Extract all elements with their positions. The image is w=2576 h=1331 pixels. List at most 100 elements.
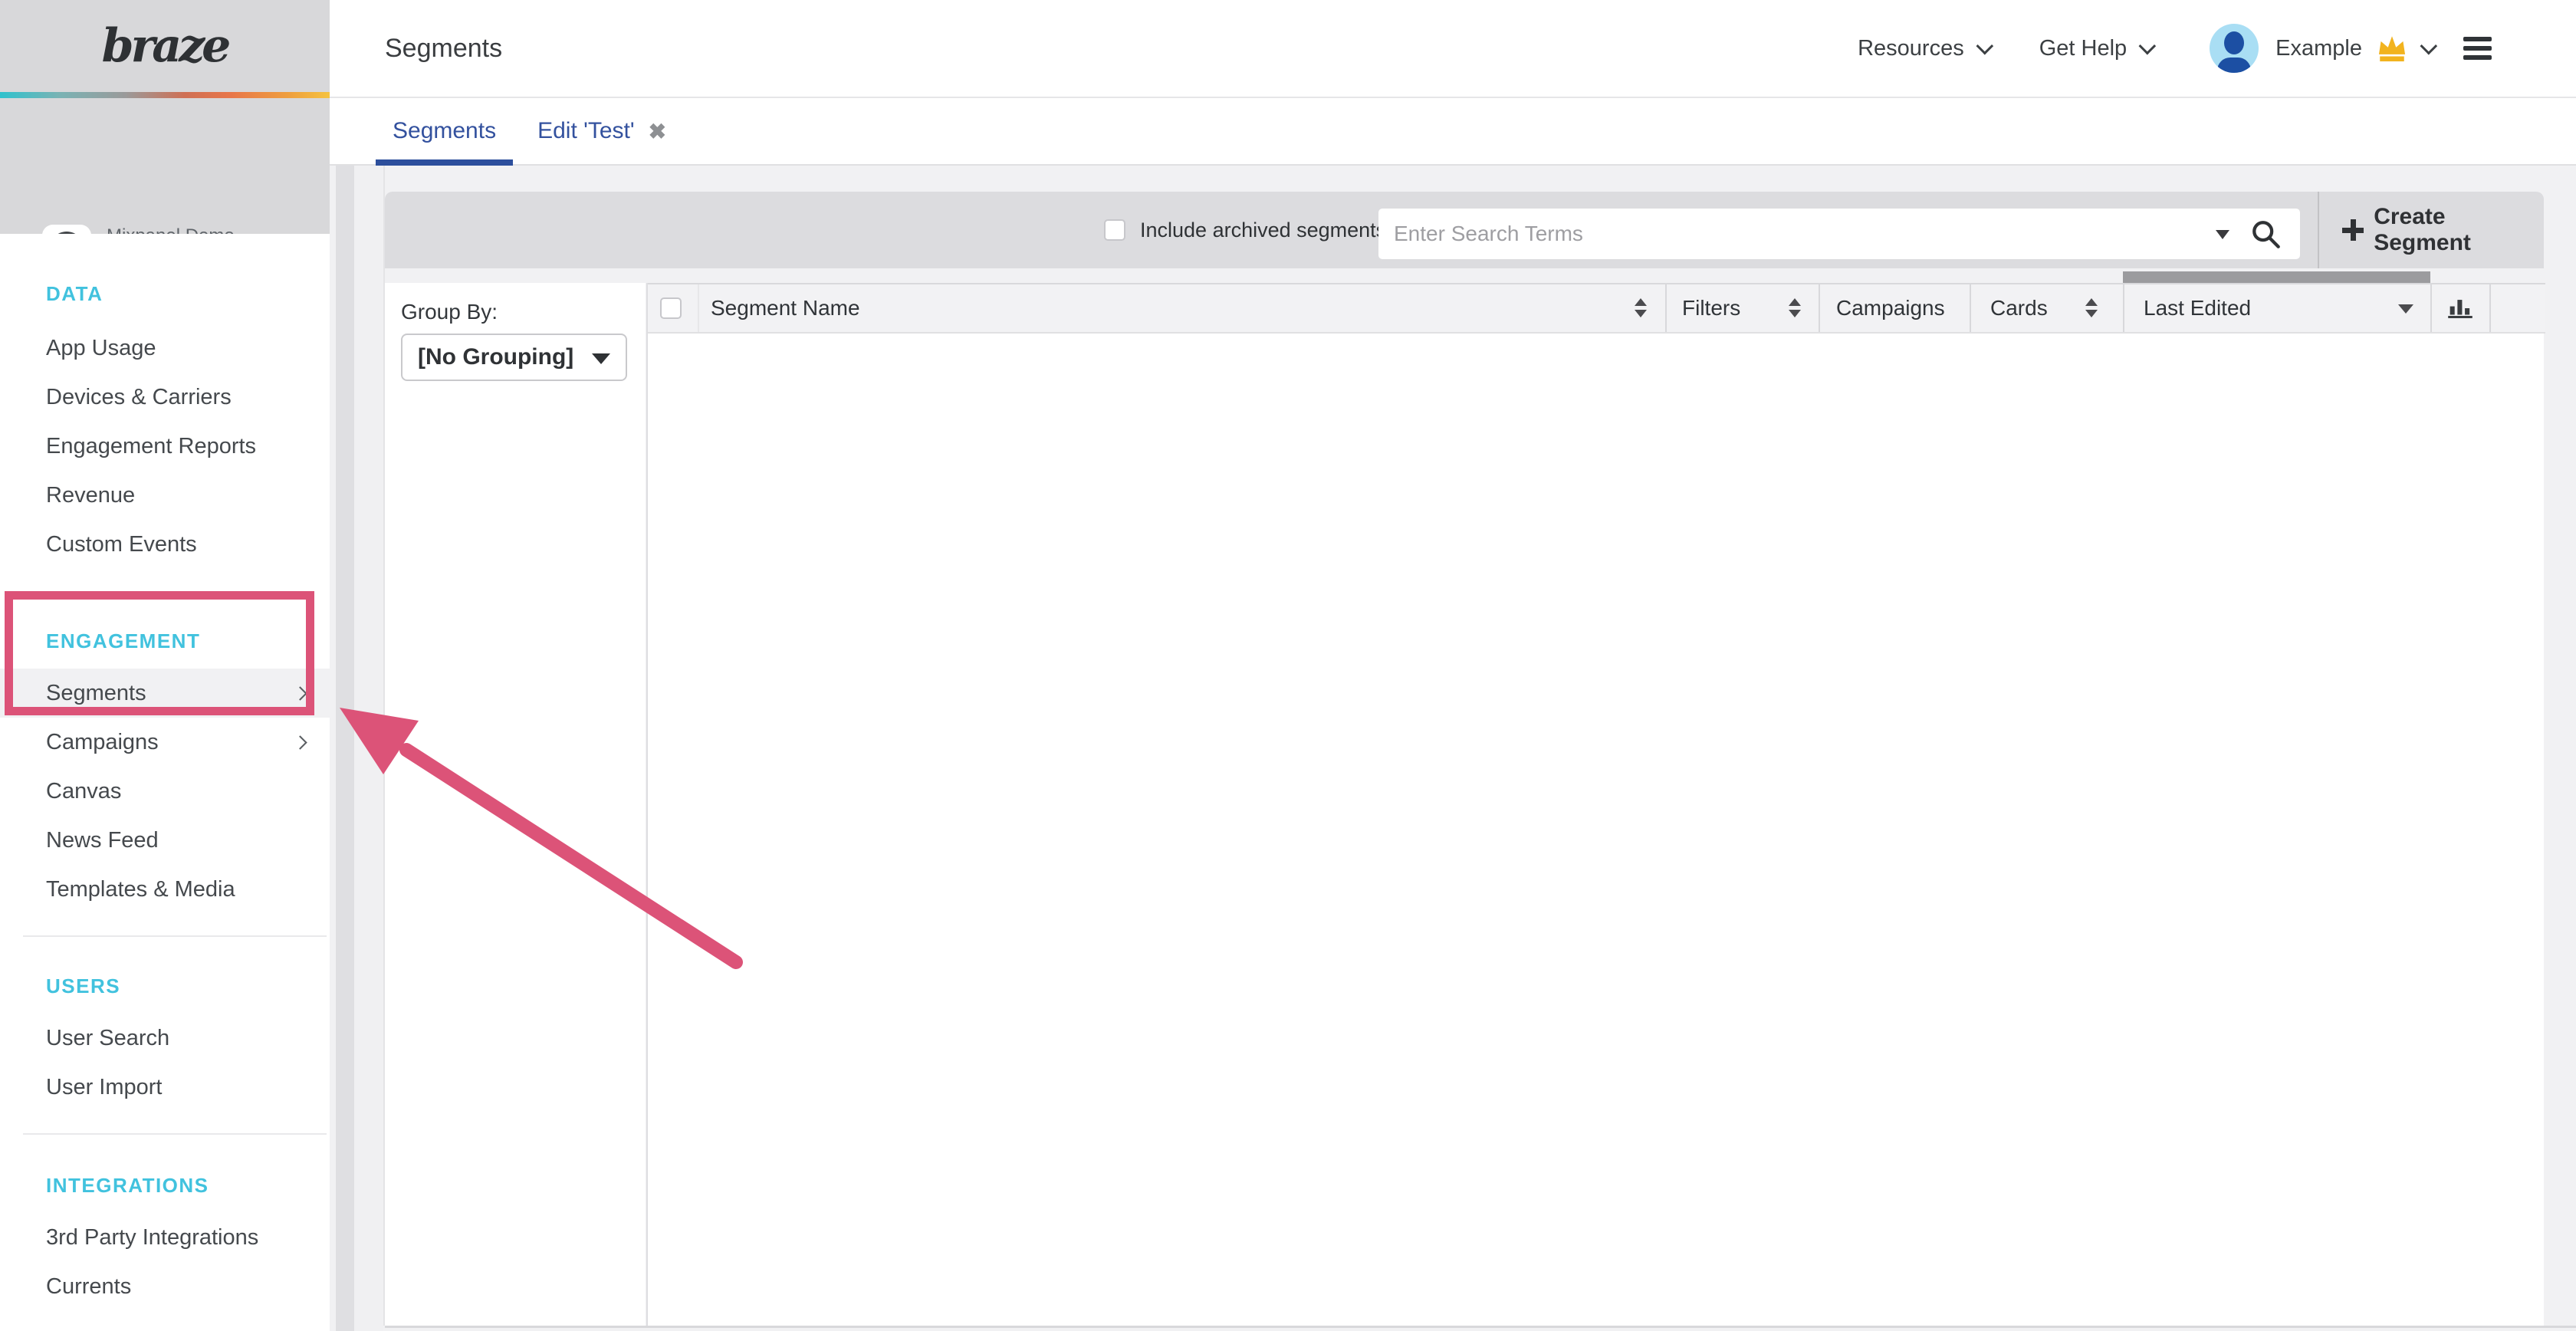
segments-toolbar: Include archived segments Create Segment (385, 192, 2544, 268)
dropdown-caret-icon (592, 353, 610, 364)
group-by-value: [No Grouping] (418, 344, 573, 370)
page-title: Segments (385, 0, 502, 97)
tab-bar: Segments Edit 'Test' ✖ (330, 98, 2576, 166)
toolbar-divider (2318, 192, 2319, 268)
create-segment-button[interactable]: Create Segment (2342, 192, 2544, 268)
table-header-row: Segment Name Filters Campaigns Cards Last Ed… (648, 283, 2545, 334)
sidebar-item-3rd-party-integrations[interactable]: 3rd Party Integrations (0, 1213, 330, 1262)
include-archived-label: Include archived segments (1140, 192, 1386, 268)
segments-table: Segment Name Filters Campaigns Cards Last Ed… (646, 283, 2544, 1326)
active-sort-indicator (2123, 271, 2430, 283)
sidebar-item-label: Templates & Media (46, 877, 235, 902)
column-header-filters[interactable]: Filters (1665, 284, 1819, 332)
user-avatar-icon (2210, 24, 2259, 73)
sidebar-scroll-gutter (354, 166, 383, 1331)
column-header-last-edited[interactable]: Last Edited (2123, 284, 2430, 332)
sidebar-divider (23, 1133, 327, 1135)
sidebar-nav: DATA App Usage Devices & Carriers Engagemen… (0, 234, 330, 1331)
sidebar-item-label: Revenue (46, 483, 135, 508)
group-by-panel: Group By: [No Grouping] (385, 283, 646, 1326)
bar-chart-icon (2447, 296, 2473, 320)
search-input[interactable] (1378, 209, 2191, 259)
top-bar-menu: Resources Get Help Example (1858, 0, 2492, 97)
content-bottom-border (385, 1326, 2576, 1328)
chevron-right-icon (293, 686, 307, 700)
column-divider (2489, 284, 2491, 332)
search-icon[interactable] (2251, 219, 2282, 250)
user-menu[interactable]: Example (2210, 24, 2433, 73)
get-help-menu[interactable]: Get Help (2039, 36, 2151, 61)
column-header-campaigns[interactable]: Campaigns (1819, 284, 1970, 332)
sidebar-item-revenue[interactable]: Revenue (0, 471, 330, 520)
select-all-checkbox[interactable] (660, 297, 682, 319)
include-archived-checkbox[interactable] (1104, 219, 1125, 241)
sidebar-item-label: App Usage (46, 336, 156, 361)
sidebar-item-canvas[interactable]: Canvas (0, 767, 330, 816)
get-help-label: Get Help (2039, 36, 2127, 61)
group-by-label: Group By: (401, 300, 498, 324)
sidebar-item-label: Campaigns (46, 730, 159, 755)
sidebar-item-campaigns[interactable]: Campaigns (0, 718, 330, 767)
sort-icon[interactable] (2085, 298, 2098, 317)
main-content: Include archived segments Create Segment… (330, 166, 2576, 1331)
resources-label: Resources (1858, 36, 1964, 61)
column-label: Last Edited (2144, 296, 2251, 320)
braze-logo: braze (102, 19, 228, 73)
sidebar-divider (23, 935, 327, 937)
group-by-select[interactable]: [No Grouping] (401, 334, 627, 381)
crown-icon (2376, 33, 2408, 64)
column-header-segment-name[interactable]: Segment Name (698, 284, 1665, 332)
hamburger-menu-icon[interactable] (2463, 37, 2492, 60)
column-header-cards[interactable]: Cards (1970, 284, 2123, 332)
top-bar: Segments Resources Get Help Example (330, 0, 2576, 98)
section-header-users: USERS (46, 971, 120, 1001)
sidebar-scrollbar[interactable] (336, 166, 354, 1331)
column-label: Campaigns (1836, 296, 1945, 320)
column-label: Cards (1990, 296, 2048, 320)
sidebar-item-label: Devices & Carriers (46, 385, 232, 410)
sort-desc-icon[interactable] (2398, 304, 2413, 314)
sidebar-item-label: 3rd Party Integrations (46, 1225, 258, 1250)
sidebar-item-label: Canvas (46, 779, 121, 804)
sidebar-item-label: User Search (46, 1026, 169, 1051)
chevron-down-icon (1976, 38, 1993, 55)
sidebar-item-label: Segments (46, 681, 146, 706)
section-header-engagement: ENGAGEMENT (46, 626, 200, 656)
sidebar-item-app-usage[interactable]: App Usage (0, 324, 330, 373)
sidebar-item-label: Engagement Reports (46, 434, 256, 459)
column-header-chart[interactable] (2430, 284, 2489, 332)
workspace-selector[interactable]: b Mixpanel Demo Mixpanel Demo (0, 98, 330, 234)
sidebar-item-user-import[interactable]: User Import (0, 1063, 330, 1112)
user-name: Example (2275, 36, 2362, 61)
sidebar-item-label: Custom Events (46, 532, 197, 557)
sidebar: braze b Mixpanel Demo Mixpanel Demo DATA… (0, 0, 330, 1331)
search-field (1378, 209, 2300, 259)
sort-icon[interactable] (1789, 298, 1801, 317)
column-label: Segment Name (711, 296, 860, 320)
plus-icon (2342, 219, 2363, 241)
tab-edit-test[interactable]: Edit 'Test' ✖ (521, 98, 683, 164)
close-icon[interactable]: ✖ (649, 119, 666, 144)
sidebar-item-devices-carriers[interactable]: Devices & Carriers (0, 373, 330, 422)
sidebar-item-currents[interactable]: Currents (0, 1262, 330, 1311)
sidebar-item-user-search[interactable]: User Search (0, 1014, 330, 1063)
chevron-right-icon (293, 735, 307, 749)
sidebar-item-engagement-reports[interactable]: Engagement Reports (0, 422, 330, 471)
search-dropdown-caret-icon[interactable] (2216, 230, 2229, 239)
tab-label: Edit 'Test' (537, 118, 635, 144)
tab-segments[interactable]: Segments (376, 98, 513, 164)
sidebar-item-news-feed[interactable]: News Feed (0, 816, 330, 865)
sidebar-item-templates-media[interactable]: Templates & Media (0, 865, 330, 914)
braze-dashboard: braze b Mixpanel Demo Mixpanel Demo DATA… (0, 0, 2576, 1331)
sidebar-item-custom-events[interactable]: Custom Events (0, 520, 330, 569)
resources-menu[interactable]: Resources (1858, 36, 1989, 61)
chevron-down-icon (2139, 38, 2157, 55)
sidebar-item-label: Currents (46, 1274, 131, 1300)
sort-icon[interactable] (1635, 298, 1647, 317)
logo-panel: braze (0, 0, 330, 92)
create-segment-label: Create Segment (2374, 204, 2544, 256)
sidebar-item-segments[interactable]: Segments (0, 669, 330, 718)
section-header-data: DATA (46, 278, 103, 309)
column-label: Filters (1682, 296, 1740, 320)
section-header-integrations: INTEGRATIONS (46, 1170, 209, 1201)
